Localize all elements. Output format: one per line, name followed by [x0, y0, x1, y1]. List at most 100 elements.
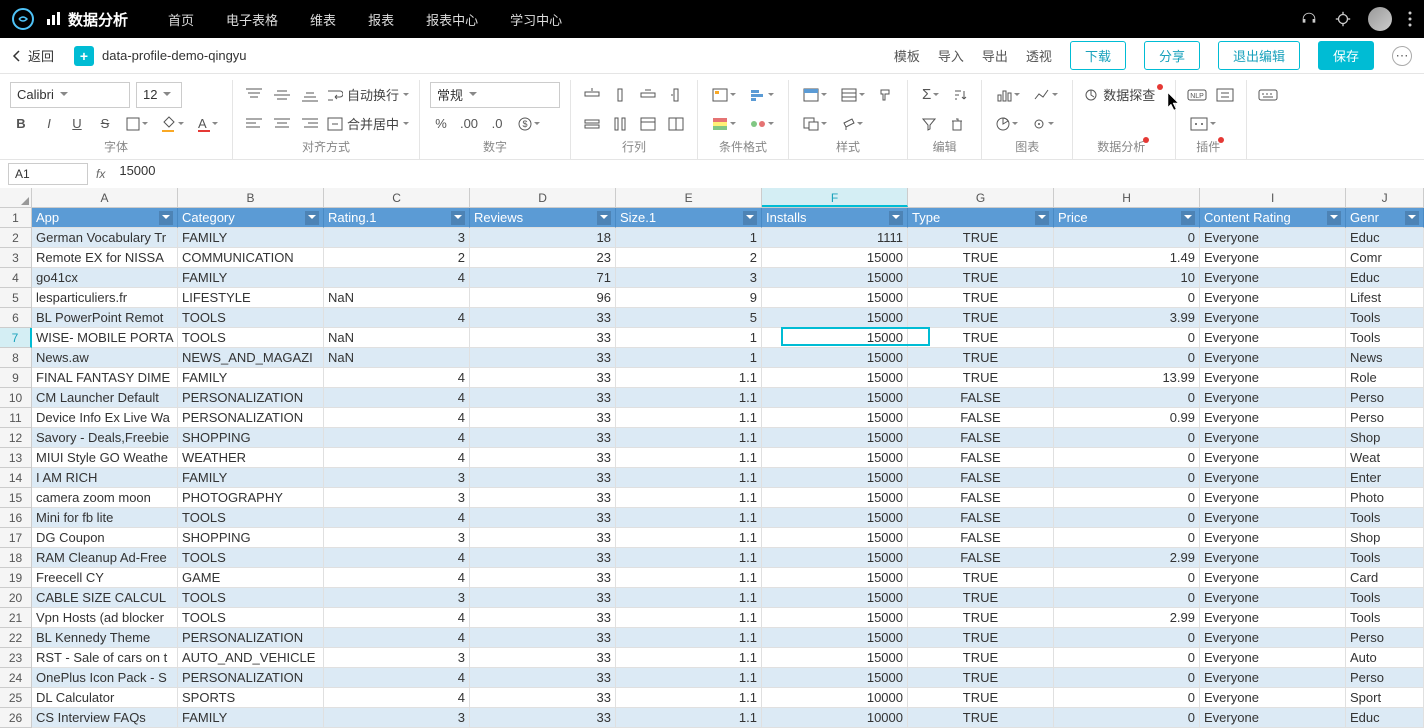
data-cell[interactable]: 0.99 — [1054, 408, 1200, 428]
row-header[interactable]: 11 — [0, 408, 32, 428]
topnav-item[interactable]: 报表 — [368, 10, 394, 29]
data-cell[interactable]: 3 — [616, 268, 762, 288]
data-cell[interactable]: Tools — [1346, 328, 1424, 348]
action-pivot[interactable]: 透视 — [1026, 46, 1052, 65]
data-cell[interactable]: 71 — [470, 268, 616, 288]
data-cell[interactable]: 15000 — [762, 568, 908, 588]
data-cell[interactable]: Mini for fb lite — [32, 508, 178, 528]
cond-databar-button[interactable] — [746, 84, 778, 106]
data-cell[interactable]: 15000 — [762, 488, 908, 508]
data-cell[interactable]: 4 — [324, 308, 470, 328]
font-size-select[interactable]: 12 — [136, 82, 182, 108]
data-cell[interactable]: 3 — [324, 708, 470, 728]
fill-color-button[interactable] — [158, 113, 188, 135]
data-cell[interactable]: 0 — [1054, 648, 1200, 668]
filter-icon[interactable] — [889, 211, 903, 225]
data-cell[interactable]: Shop — [1346, 528, 1424, 548]
data-cell[interactable]: 4 — [324, 668, 470, 688]
menu-dots-icon[interactable] — [1408, 11, 1412, 27]
data-cell[interactable]: Shop — [1346, 428, 1424, 448]
data-cell[interactable]: TRUE — [908, 648, 1054, 668]
data-cell[interactable]: I AM RICH — [32, 468, 178, 488]
row-header[interactable]: 22 — [0, 628, 32, 648]
col-header[interactable]: H — [1054, 188, 1200, 207]
format-painter-button[interactable] — [875, 84, 897, 106]
data-cell[interactable]: 1.1 — [616, 548, 762, 568]
data-cell[interactable]: 1.1 — [616, 648, 762, 668]
valign-bot-button[interactable] — [299, 84, 321, 106]
data-cell[interactable]: TRUE — [908, 228, 1054, 248]
data-cell[interactable]: 0 — [1054, 428, 1200, 448]
keyboard-button[interactable] — [1257, 84, 1279, 106]
row-header[interactable]: 18 — [0, 548, 32, 568]
spreadsheet-grid[interactable]: 1234567891011121314151617181920212223242… — [0, 188, 1424, 728]
wrap-text-button[interactable]: 自动换行 — [327, 85, 409, 104]
data-cell[interactable]: TRUE — [908, 568, 1054, 588]
data-cell[interactable]: 10 — [1054, 268, 1200, 288]
header-cell[interactable]: Price — [1054, 208, 1200, 228]
data-cell[interactable]: 4 — [324, 268, 470, 288]
data-cell[interactable]: DG Coupon — [32, 528, 178, 548]
data-cell[interactable]: SHOPPING — [178, 428, 324, 448]
data-cell[interactable]: AUTO_AND_VEHICLE — [178, 648, 324, 668]
percent-button[interactable]: % — [430, 113, 452, 135]
data-cell[interactable]: FINAL FANTASY DIME — [32, 368, 178, 388]
data-cell[interactable]: Tools — [1346, 608, 1424, 628]
data-cell[interactable]: 1 — [616, 328, 762, 348]
data-cell[interactable]: LIFESTYLE — [178, 288, 324, 308]
row-header[interactable]: 21 — [0, 608, 32, 628]
topnav-item[interactable]: 学习中心 — [510, 10, 562, 29]
header-cell[interactable]: App — [32, 208, 178, 228]
row-header[interactable]: 16 — [0, 508, 32, 528]
pie-chart-button[interactable] — [992, 113, 1022, 135]
data-cell[interactable]: Everyone — [1200, 448, 1346, 468]
data-cell[interactable]: 33 — [470, 368, 616, 388]
topnav-item[interactable]: 维表 — [310, 10, 336, 29]
data-cell[interactable]: TOOLS — [178, 608, 324, 628]
data-cell[interactable]: Auto — [1346, 648, 1424, 668]
data-cell[interactable]: 1.1 — [616, 508, 762, 528]
data-cell[interactable]: 0 — [1054, 628, 1200, 648]
row-header[interactable]: 26 — [0, 708, 32, 728]
back-button[interactable]: 返回 — [12, 46, 54, 65]
data-cell[interactable]: TRUE — [908, 688, 1054, 708]
data-cell[interactable]: FALSE — [908, 428, 1054, 448]
data-cell[interactable]: TOOLS — [178, 588, 324, 608]
data-cell[interactable]: 4 — [324, 568, 470, 588]
delete-button[interactable] — [946, 113, 968, 135]
currency-button[interactable]: $ — [514, 113, 544, 135]
col-header[interactable]: G — [908, 188, 1054, 207]
font-family-select[interactable]: Calibri — [10, 82, 130, 108]
data-cell[interactable]: FALSE — [908, 408, 1054, 428]
data-cell[interactable]: CABLE SIZE CALCUL — [32, 588, 178, 608]
data-cell[interactable]: Perso — [1346, 668, 1424, 688]
cond-colorscale-button[interactable] — [708, 113, 740, 135]
name-box[interactable]: A1 — [8, 163, 88, 185]
data-cell[interactable]: SHOPPING — [178, 528, 324, 548]
data-cell[interactable]: 33 — [470, 408, 616, 428]
data-cell[interactable]: Everyone — [1200, 368, 1346, 388]
data-cell[interactable]: TOOLS — [178, 328, 324, 348]
data-cell[interactable]: 33 — [470, 588, 616, 608]
data-cell[interactable]: 15000 — [762, 508, 908, 528]
border-button[interactable] — [122, 113, 152, 135]
data-cell[interactable]: 3 — [324, 648, 470, 668]
data-cell[interactable]: TRUE — [908, 628, 1054, 648]
data-cell[interactable]: TOOLS — [178, 508, 324, 528]
data-cell[interactable]: camera zoom moon — [32, 488, 178, 508]
cond-highlight-button[interactable] — [708, 84, 740, 106]
cell-style-button[interactable] — [799, 84, 831, 106]
data-cell[interactable]: 15000 — [762, 408, 908, 428]
header-cell[interactable]: Size.1 — [616, 208, 762, 228]
data-cell[interactable]: Card — [1346, 568, 1424, 588]
data-cell[interactable]: 1.1 — [616, 488, 762, 508]
data-cell[interactable]: 3 — [324, 488, 470, 508]
data-cell[interactable]: BL PowerPoint Remot — [32, 308, 178, 328]
data-cell[interactable]: 0 — [1054, 228, 1200, 248]
data-cell[interactable]: PERSONALIZATION — [178, 628, 324, 648]
data-cell[interactable]: TRUE — [908, 268, 1054, 288]
filter-icon[interactable] — [1327, 211, 1341, 225]
data-cell[interactable]: 4 — [324, 628, 470, 648]
data-cell[interactable]: 33 — [470, 488, 616, 508]
row-header[interactable]: 19 — [0, 568, 32, 588]
